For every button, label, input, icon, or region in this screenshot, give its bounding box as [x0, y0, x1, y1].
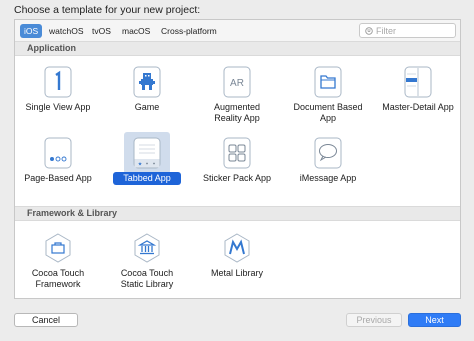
- platform-tab-bar: iOS watchOS tvOS macOS Cross-platform Fi…: [15, 20, 460, 42]
- template-single-view-app[interactable]: Single View App: [15, 66, 101, 136]
- game-icon: [133, 66, 161, 98]
- template-label: Metal Library: [210, 268, 264, 278]
- template-metal-library[interactable]: Metal Library: [194, 232, 280, 302]
- template-game[interactable]: Game: [104, 66, 190, 136]
- section-application: Application: [15, 41, 460, 56]
- metal-library-icon: [224, 233, 250, 263]
- template-label: Page-Based App: [24, 173, 92, 183]
- tab-ios[interactable]: iOS: [20, 24, 43, 38]
- template-label: Cocoa Touch Framework: [31, 268, 85, 289]
- template-cocoa-touch-framework[interactable]: Cocoa Touch Framework: [15, 232, 101, 302]
- template-label: Cocoa Touch Static Library: [120, 268, 174, 289]
- template-imessage-app[interactable]: iMessage App: [285, 137, 371, 207]
- previous-button[interactable]: Previous: [346, 313, 402, 327]
- filter-placeholder: Filter: [376, 26, 396, 36]
- template-document-based-app[interactable]: Document Based App: [285, 66, 371, 136]
- template-page-based-app[interactable]: Page-Based App: [15, 137, 101, 207]
- template-label: Sticker Pack App: [202, 173, 272, 183]
- selection-highlight: ★: [124, 132, 170, 174]
- template-label: Master-Detail App: [382, 102, 454, 112]
- template-augmented-reality-app[interactable]: AR Augmented Reality App: [194, 66, 280, 136]
- template-label: Augmented Reality App: [213, 102, 261, 123]
- template-cocoa-touch-static-library[interactable]: Cocoa Touch Static Library: [104, 232, 190, 302]
- template-label: Single View App: [25, 102, 91, 112]
- single-view-app-icon: [44, 66, 72, 98]
- page-based-app-icon: [44, 137, 72, 169]
- cancel-button[interactable]: Cancel: [14, 313, 78, 327]
- template-master-detail-app[interactable]: Master-Detail App: [375, 66, 461, 136]
- cocoa-touch-static-library-icon: [134, 233, 160, 263]
- template-label: iMessage App: [299, 173, 357, 183]
- master-detail-app-icon: [404, 66, 432, 98]
- next-button[interactable]: Next: [408, 313, 461, 327]
- svg-text:AR: AR: [230, 78, 244, 89]
- template-label: Document Based App: [293, 102, 363, 123]
- augmented-reality-icon: AR: [223, 66, 251, 98]
- document-based-app-icon: [314, 66, 342, 98]
- template-chooser-panel: iOS watchOS tvOS macOS Cross-platform Fi…: [14, 19, 461, 299]
- template-sticker-pack-app[interactable]: Sticker Pack App: [194, 137, 280, 207]
- template-label: Tabbed App: [113, 172, 181, 185]
- dialog-title: Choose a template for your new project:: [14, 4, 201, 16]
- svg-text:★: ★: [138, 162, 143, 168]
- tab-cross-platform[interactable]: Cross-platform: [157, 24, 221, 38]
- filter-icon: [365, 27, 373, 35]
- template-tabbed-app[interactable]: ★ Tabbed App: [104, 132, 190, 207]
- cocoa-touch-framework-icon: [45, 233, 71, 263]
- tab-watchos[interactable]: watchOS: [45, 24, 88, 38]
- tabbed-app-icon: ★: [133, 137, 161, 169]
- imessage-app-icon: [314, 137, 342, 169]
- section-framework-library: Framework & Library: [15, 206, 460, 221]
- filter-field[interactable]: Filter: [359, 23, 456, 38]
- sticker-pack-app-icon: [223, 137, 251, 169]
- tab-tvos[interactable]: tvOS: [88, 24, 115, 38]
- tab-macos[interactable]: macOS: [118, 24, 154, 38]
- template-label: Game: [134, 102, 160, 112]
